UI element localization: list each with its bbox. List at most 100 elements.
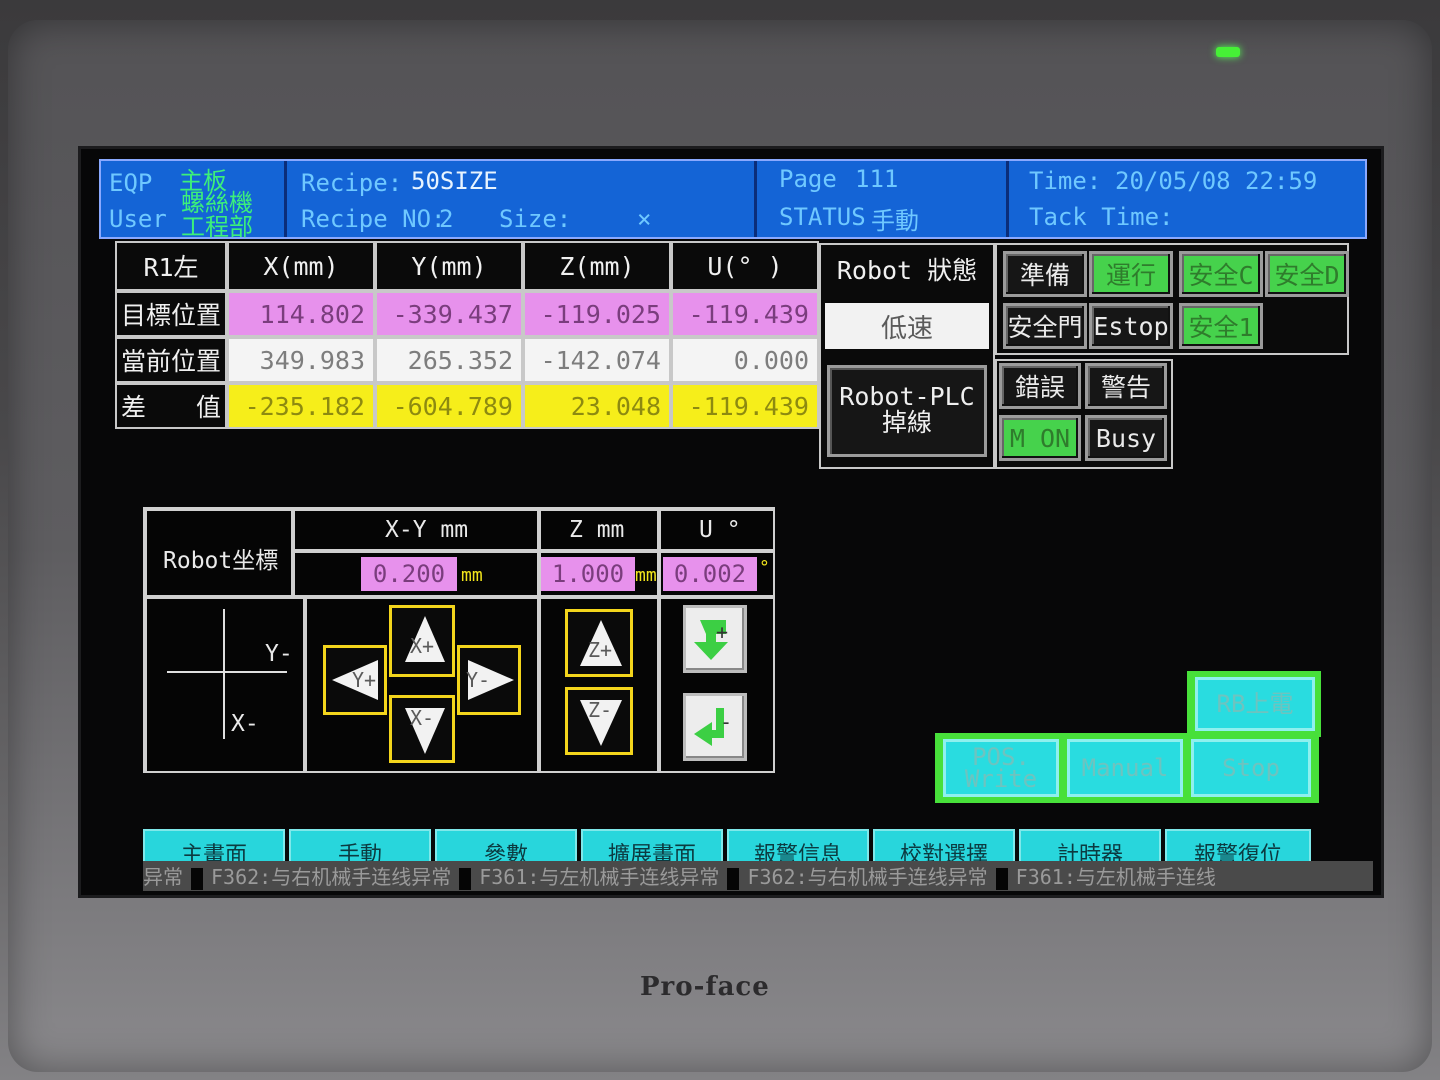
- recipe-no-value: 2: [439, 205, 454, 233]
- jog-x-plus-label: X+: [410, 634, 435, 658]
- current-y-value: 265.352: [375, 337, 523, 383]
- row-label-target: 目標位置: [115, 291, 227, 337]
- jog-y-minus-button[interactable]: Y-: [457, 645, 521, 715]
- m-on-indicator: M ON: [999, 415, 1081, 461]
- warning-indicator: 警告: [1085, 363, 1167, 409]
- time-value: 20/05/08 22:59: [1115, 167, 1318, 195]
- z-step-unit: mm: [635, 565, 657, 586]
- pos-write-line-2: Write: [964, 765, 1038, 793]
- current-u-value: 0.000: [671, 337, 819, 383]
- axis-x-label: X-: [231, 711, 259, 737]
- safe-d-indicator: 安全D: [1265, 251, 1349, 297]
- diff-x-value: -235.182: [227, 383, 375, 429]
- ticker-prefix: 异常: [143, 865, 183, 889]
- header-page-section: Page 111 STATUS 手動: [757, 161, 1009, 237]
- target-z-value: -119.025: [523, 291, 671, 337]
- table-corner-label: R1左: [115, 241, 227, 291]
- column-header: Y(mm): [375, 241, 523, 291]
- busy-indicator: Busy: [1085, 415, 1167, 461]
- jog-x-minus-label: X-: [410, 706, 435, 730]
- robot-status-panel: Robot 狀態 低速 Robot-PLC 掉線: [819, 243, 995, 469]
- rotate-minus-icon: [694, 708, 724, 746]
- speed-indicator: 低速: [825, 303, 989, 349]
- jog-u-minus-button[interactable]: -: [683, 693, 747, 761]
- jog-x-plus-button[interactable]: X+: [389, 605, 455, 677]
- ticker-message: F361:与左机械手连线异常: [479, 865, 720, 889]
- jog-z-plus-button[interactable]: Z+: [565, 609, 633, 677]
- safe-1-indicator: 安全1: [1179, 303, 1263, 349]
- alarm-ticker: 异常 F362:与右机械手连线异常 F361:与左机械手连线异常 F362:与右机械手…: [143, 861, 1373, 891]
- page-label: Page: [779, 165, 837, 193]
- safe-c-indicator: 安全C: [1179, 251, 1263, 297]
- row-label-diff: 差 值: [115, 383, 227, 429]
- jog-y-minus-label: Y-: [466, 668, 491, 692]
- power-led: [1216, 47, 1240, 57]
- target-y-value: -339.437: [375, 291, 523, 337]
- robot-plc-line-2: 掉線: [881, 408, 932, 437]
- coord-title: Robot坐標: [163, 548, 279, 574]
- z-header-box: Z mm: [539, 509, 659, 551]
- eqp-label: EQP: [109, 169, 153, 197]
- ready-indicator: 準備: [1003, 251, 1087, 297]
- stop-button[interactable]: Stop: [1191, 739, 1311, 797]
- recipe-no-label: Recipe NO:: [301, 205, 446, 233]
- jog-z-plus-label: Z+: [588, 638, 613, 662]
- xy-header: X-Y mm: [385, 517, 469, 543]
- axis-y-label: Y-: [265, 641, 293, 667]
- xy-step-input[interactable]: 0.200: [361, 557, 457, 591]
- rotate-plus-icon: [694, 620, 728, 660]
- jog-z-minus-button[interactable]: Z-: [565, 687, 633, 755]
- run-indicator: 運行: [1089, 251, 1173, 297]
- current-z-value: -142.074: [523, 337, 671, 383]
- ticker-separator: [727, 867, 740, 890]
- brand-logo: Pro-face: [640, 972, 770, 1002]
- u-header-box: U °: [659, 509, 775, 551]
- coord-title-box: Robot坐標: [145, 509, 293, 597]
- jog-z-minus-label: Z-: [588, 698, 613, 722]
- header-bar: EQP User 主板 螺絲機 工程部 Recipe: 50SIZE Recip…: [99, 159, 1367, 241]
- rb-power-button[interactable]: RB上電: [1195, 677, 1315, 731]
- ticker-separator: [191, 867, 203, 890]
- ticker-message: F362:与右机械手连线异常: [747, 865, 988, 889]
- jog-u-plus-label: +: [716, 620, 729, 644]
- robot-plc-line-1: Robot-PLC: [839, 382, 975, 411]
- header-recipe-section: Recipe: 50SIZE Recipe NO: 2 Size: ×: [287, 161, 757, 237]
- target-x-value: 114.802: [227, 291, 375, 337]
- manual-button[interactable]: Manual: [1067, 739, 1183, 797]
- column-header: Z(mm): [523, 241, 671, 291]
- time-label: Time:: [1029, 167, 1102, 195]
- user-value-2: 工程部: [181, 213, 253, 241]
- estop-indicator: Estop: [1089, 303, 1173, 349]
- diff-y-value: -604.789: [375, 383, 523, 429]
- column-header: X(mm): [227, 241, 375, 291]
- jog-u-plus-button[interactable]: +: [683, 605, 747, 673]
- robot-plc-disconnect-indicator: Robot-PLC 掉線: [827, 365, 987, 457]
- hmi-screen: EQP User 主板 螺絲機 工程部 Recipe: 50SIZE Recip…: [78, 146, 1384, 898]
- target-u-value: -119.439: [671, 291, 819, 337]
- jog-y-plus-button[interactable]: Y+: [323, 645, 387, 715]
- u-step-input[interactable]: 0.002: [663, 557, 757, 591]
- z-step-input[interactable]: 1.000: [541, 557, 635, 591]
- axis-vertical-line: [223, 609, 225, 739]
- error-indicator: 錯誤: [999, 363, 1081, 409]
- position-table: R1左 X(mm) Y(mm) Z(mm) U(° ) 目標位置 114.802…: [115, 241, 823, 437]
- jog-y-plus-label: Y+: [352, 668, 377, 692]
- jog-x-minus-button[interactable]: X-: [389, 695, 455, 763]
- tack-time-label: Tack Time:: [1029, 203, 1174, 231]
- column-header: U(° ): [671, 241, 819, 291]
- ticker-separator: [995, 867, 1008, 890]
- axis-horizontal-line: [167, 671, 287, 673]
- jog-u-minus-label: -: [720, 710, 733, 734]
- u-header: U °: [699, 517, 741, 543]
- xy-step-unit: mm: [461, 565, 483, 586]
- pos-write-button[interactable]: POS. Write: [943, 739, 1059, 797]
- safe-door-indicator: 安全門: [1003, 303, 1087, 349]
- u-step-unit: °: [759, 557, 770, 578]
- ticker-message: F362:与右机械手连线异常: [211, 865, 452, 889]
- user-label: User: [109, 205, 167, 233]
- current-x-value: 349.983: [227, 337, 375, 383]
- ticker-message: F361:与左机械手连线: [1015, 865, 1216, 889]
- status-value: 手動: [871, 207, 919, 235]
- z-header: Z mm: [569, 517, 625, 543]
- diff-u-value: -119.439: [671, 383, 819, 429]
